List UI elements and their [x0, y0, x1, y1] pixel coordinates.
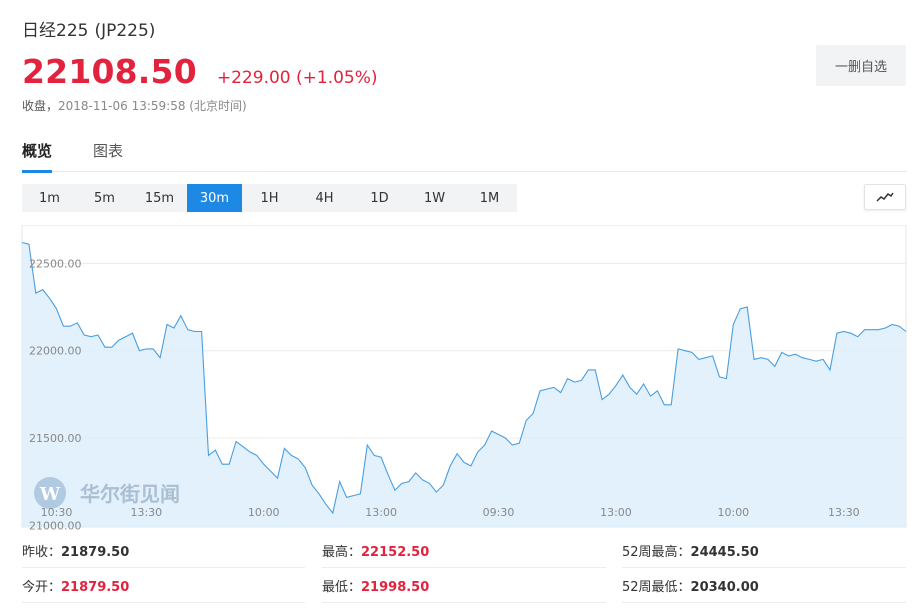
watermark-logo: W [34, 477, 66, 509]
tab-overview[interactable]: 概览 [22, 140, 53, 173]
tab-bar: 概览 图表 [22, 132, 907, 173]
price-chart-svg: W 华尔街见闻 21000.00 21500.00 22000.00 22500.00 10… [21, 224, 907, 532]
period-1d[interactable]: 1D [352, 184, 407, 212]
y-tick-label: 21000.00 [29, 519, 82, 530]
svg-text:W: W [39, 484, 61, 505]
period-5m[interactable]: 5m [77, 184, 132, 212]
instrument-name: 日经225 [22, 21, 89, 41]
price-chart[interactable]: W 华尔街见闻 21000.00 21500.00 22000.00 22500.00 10… [0, 224, 917, 532]
close-label: 收盘， [22, 99, 59, 113]
y-tick-label: 21500.00 [29, 432, 82, 445]
stat-52w-low: 52周最低：20340.00 [622, 573, 906, 603]
close-info: 收盘，2018-11-06 13:59:58 (北京时间) [22, 97, 247, 114]
period-1mo[interactable]: 1M [462, 184, 517, 212]
x-tick-label: 10:00 [248, 506, 280, 519]
remove-watchlist-button[interactable]: 一删自选 [816, 45, 906, 86]
stat-52w-high: 52周最高：24445.50 [622, 538, 906, 568]
x-tick-label: 13:30 [130, 506, 162, 519]
line-chart-icon [876, 192, 894, 202]
instrument-code: (JP225) [94, 21, 156, 41]
stat-prev-close: 昨收：21879.50 [22, 538, 305, 568]
x-tick-label: 13:00 [600, 506, 632, 519]
price-row: 22108.50 +229.00 (+1.05%) [22, 52, 378, 91]
stat-low: 最低：21998.50 [322, 573, 606, 603]
y-tick-label: 22000.00 [29, 345, 82, 358]
stat-open: 今开：21879.50 [22, 573, 305, 603]
period-15m[interactable]: 15m [132, 184, 187, 212]
close-time: 2018-11-06 13:59:58 (北京时间) [58, 99, 247, 113]
y-tick-label: 22500.00 [29, 257, 82, 270]
period-1m[interactable]: 1m [22, 184, 77, 212]
chart-type-toggle[interactable] [864, 184, 906, 210]
x-tick-label: 09:30 [483, 506, 515, 519]
price-change: +229.00 (+1.05%) [216, 68, 378, 88]
period-30m[interactable]: 30m [187, 184, 242, 212]
stat-high: 最高：22152.50 [322, 538, 606, 568]
instrument-title: 日经225 (JP225) [22, 16, 155, 41]
x-tick-label: 13:00 [365, 506, 397, 519]
x-tick-label: 13:30 [828, 506, 860, 519]
x-tick-label: 10:00 [717, 506, 749, 519]
x-tick-label: 10:30 [41, 506, 73, 519]
last-price: 22108.50 [22, 52, 197, 91]
period-selector: 1m 5m 15m 30m 1H 4H 1D 1W 1M [22, 184, 517, 212]
watermark-text: 华尔街见闻 [80, 482, 180, 506]
period-4h[interactable]: 4H [297, 184, 352, 212]
period-1w[interactable]: 1W [407, 184, 462, 212]
tab-chart[interactable]: 图表 [93, 140, 123, 171]
period-1h[interactable]: 1H [242, 184, 297, 212]
